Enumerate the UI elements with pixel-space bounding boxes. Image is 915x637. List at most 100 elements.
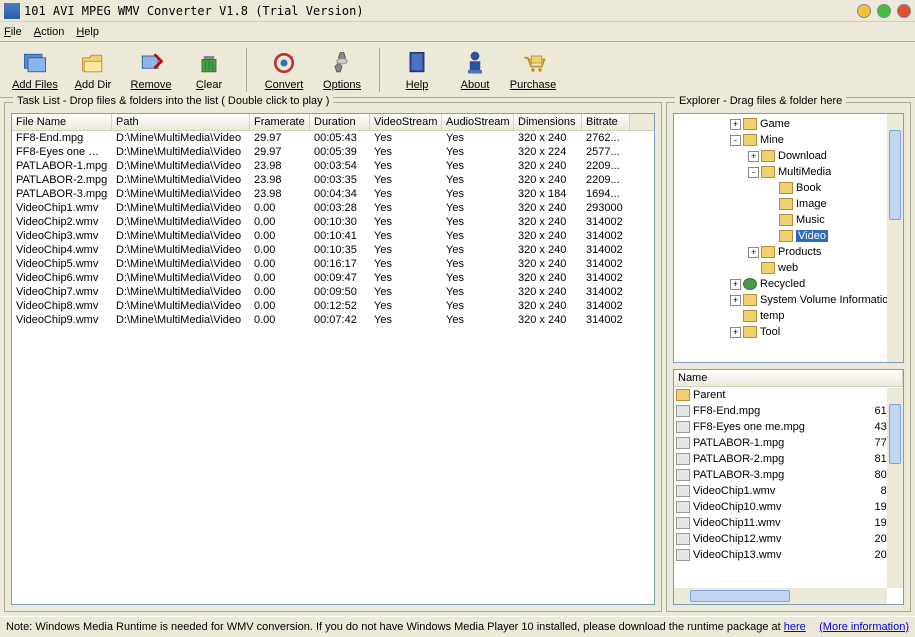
file-icon [676, 485, 690, 497]
col-framerate[interactable]: Framerate [250, 114, 310, 130]
table-row[interactable]: VideoChip3.wmvD:\Mine\MultiMedia\Video0.… [12, 229, 654, 243]
tree-node[interactable]: web [676, 260, 901, 276]
clear-button[interactable]: Clear [180, 45, 238, 95]
list-item[interactable]: VideoChip12.wmv2005 [674, 531, 903, 547]
tree-expand-icon[interactable]: - [748, 167, 759, 178]
col-dimensions[interactable]: Dimensions [514, 114, 582, 130]
menu-action[interactable]: Action [34, 26, 65, 38]
file-list[interactable]: Name ParentFF8-End.mpg6173FF8-Eyes one m… [673, 369, 904, 605]
list-item[interactable]: VideoChip1.wmv873 [674, 483, 903, 499]
file-icon [676, 421, 690, 433]
status-note: Note: Windows Media Runtime is needed fo… [6, 621, 807, 633]
tree-label: Book [796, 182, 821, 194]
purchase-icon [519, 49, 547, 77]
tree-node[interactable]: Book [676, 180, 901, 196]
table-row[interactable]: VideoChip7.wmvD:\Mine\MultiMedia\Video0.… [12, 285, 654, 299]
list-item[interactable]: VideoChip13.wmv2026 [674, 547, 903, 563]
filelist-scrollbar-v[interactable] [887, 388, 903, 588]
tree-node[interactable]: +Game [676, 116, 901, 132]
list-item[interactable]: PATLABOR-3.mpg8015 [674, 467, 903, 483]
table-row[interactable]: VideoChip5.wmvD:\Mine\MultiMedia\Video0.… [12, 257, 654, 271]
list-item[interactable]: VideoChip11.wmv1999 [674, 515, 903, 531]
folder-icon [779, 198, 793, 210]
tree-node[interactable]: +System Volume Information [676, 292, 901, 308]
menu-file[interactable]: File [4, 26, 22, 38]
add-files-button[interactable]: Add Files [6, 45, 64, 95]
status-more-link[interactable]: (More information) [819, 621, 909, 633]
tree-expand-icon[interactable]: + [730, 279, 741, 290]
col-audiostream[interactable]: AudioStream [442, 114, 514, 130]
tree-expand-icon[interactable]: + [748, 247, 759, 258]
table-row[interactable]: VideoChip2.wmvD:\Mine\MultiMedia\Video0.… [12, 215, 654, 229]
add-dir-button[interactable]: Add Dir [64, 45, 122, 95]
task-table-header: File Name Path Framerate Duration VideoS… [12, 114, 654, 131]
tree-node[interactable]: temp [676, 308, 901, 324]
tree-node[interactable]: Music [676, 212, 901, 228]
col-videostream[interactable]: VideoStream [370, 114, 442, 130]
table-row[interactable]: PATLABOR-3.mpgD:\Mine\MultiMedia\Video23… [12, 187, 654, 201]
file-icon [676, 405, 690, 417]
table-row[interactable]: PATLABOR-1.mpgD:\Mine\MultiMedia\Video23… [12, 159, 654, 173]
tree-node[interactable]: + Recycled [676, 276, 901, 292]
filelist-scrollbar-h[interactable] [674, 588, 887, 604]
tree-node[interactable]: -MultiMedia [676, 164, 901, 180]
tree-node[interactable]: Image [676, 196, 901, 212]
tree-expand-icon[interactable]: + [730, 119, 741, 130]
list-item[interactable]: FF8-End.mpg6173 [674, 403, 903, 419]
table-row[interactable]: PATLABOR-2.mpgD:\Mine\MultiMedia\Video23… [12, 173, 654, 187]
tree-node[interactable]: - Mine [676, 132, 901, 148]
tree-label: Recycled [760, 278, 805, 290]
table-row[interactable]: FF8-Eyes one me....D:\Mine\MultiMedia\Vi… [12, 145, 654, 159]
task-table[interactable]: File Name Path Framerate Duration VideoS… [11, 113, 655, 605]
options-icon [328, 49, 356, 77]
list-item[interactable]: PATLABOR-1.mpg7722 [674, 435, 903, 451]
task-table-body[interactable]: FF8-End.mpgD:\Mine\MultiMedia\Video29.97… [12, 131, 654, 604]
table-row[interactable]: VideoChip8.wmvD:\Mine\MultiMedia\Video0.… [12, 299, 654, 313]
tree-label: Music [796, 214, 825, 226]
table-row[interactable]: VideoChip6.wmvD:\Mine\MultiMedia\Video0.… [12, 271, 654, 285]
minimize-button[interactable] [857, 4, 871, 18]
filelist-col-name[interactable]: Name [674, 370, 903, 386]
about-button[interactable]: About [446, 45, 504, 95]
col-path[interactable]: Path [112, 114, 250, 130]
list-item[interactable]: FF8-Eyes one me.mpg4360 [674, 419, 903, 435]
col-filename[interactable]: File Name [12, 114, 112, 130]
tree-node[interactable]: +Tool [676, 324, 901, 340]
tree-expand-icon[interactable]: + [748, 151, 759, 162]
tree-expand-icon[interactable] [730, 311, 741, 322]
tree-node[interactable]: Video [676, 228, 901, 244]
tree-expand-icon[interactable]: + [730, 295, 741, 306]
status-here-link[interactable]: here [784, 621, 806, 633]
tree-expand-icon[interactable] [748, 263, 759, 274]
help-button[interactable]: Help [388, 45, 446, 95]
tree-scrollbar[interactable] [887, 114, 903, 362]
convert-button[interactable]: Convert [255, 45, 313, 95]
tree-expand-icon[interactable] [766, 231, 777, 242]
table-row[interactable]: FF8-End.mpgD:\Mine\MultiMedia\Video29.97… [12, 131, 654, 145]
tree-label: Mine [760, 134, 784, 146]
list-item[interactable]: PATLABOR-2.mpg8168 [674, 451, 903, 467]
window-controls [857, 4, 911, 18]
remove-button[interactable]: Remove [122, 45, 180, 95]
tree-expand-icon[interactable]: + [730, 327, 741, 338]
table-row[interactable]: VideoChip4.wmvD:\Mine\MultiMedia\Video0.… [12, 243, 654, 257]
tree-node[interactable]: +Products [676, 244, 901, 260]
table-row[interactable]: VideoChip9.wmvD:\Mine\MultiMedia\Video0.… [12, 313, 654, 327]
tree-expand-icon[interactable]: - [730, 135, 741, 146]
list-item[interactable]: Parent [674, 387, 903, 403]
col-bitrate[interactable]: Bitrate [582, 114, 630, 130]
list-item[interactable]: VideoChip10.wmv1997 [674, 499, 903, 515]
tree-expand-icon[interactable] [766, 215, 777, 226]
menu-help[interactable]: Help [76, 26, 99, 38]
folder-tree[interactable]: +Game - Mine +Download-MultiMedia Book Image M… [673, 113, 904, 363]
tree-node[interactable]: +Download [676, 148, 901, 164]
convert-icon [270, 49, 298, 77]
purchase-button[interactable]: Purchase [504, 45, 562, 95]
table-row[interactable]: VideoChip1.wmvD:\Mine\MultiMedia\Video0.… [12, 201, 654, 215]
tree-expand-icon[interactable] [766, 199, 777, 210]
options-button[interactable]: Options [313, 45, 371, 95]
col-duration[interactable]: Duration [310, 114, 370, 130]
maximize-button[interactable] [877, 4, 891, 18]
close-button[interactable] [897, 4, 911, 18]
tree-expand-icon[interactable] [766, 183, 777, 194]
